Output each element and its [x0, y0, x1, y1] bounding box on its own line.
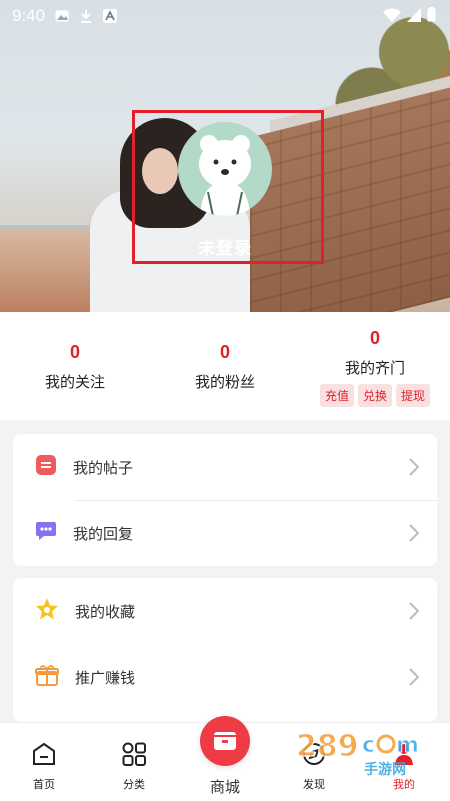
menu-item-my-posts[interactable]: 我的帖子 — [13, 434, 437, 500]
font-app-icon — [103, 9, 118, 23]
menu-card-posts: 我的帖子 我的回复 — [13, 434, 437, 566]
chevron-right-icon — [409, 524, 420, 546]
login-status-text[interactable]: 未登录 — [0, 234, 450, 259]
stat-followers-count: 0 — [219, 342, 230, 362]
menu-item-label: 我的回复 — [73, 524, 134, 543]
stat-qimen-label: 我的齐门 — [344, 359, 405, 377]
chevron-right-icon — [409, 602, 420, 624]
battery-icon — [427, 6, 436, 26]
status-bar: 9:40 — [0, 0, 450, 32]
stat-following-label: 我的关注 — [44, 373, 105, 391]
grid-icon — [122, 742, 146, 766]
stat-following[interactable]: 0 我的关注 — [0, 342, 150, 392]
reply-icon — [35, 520, 57, 546]
post-icon — [35, 454, 57, 480]
gift-icon — [35, 664, 59, 690]
stat-qimen[interactable]: 0 我的齐门 充值 兑换 提现 — [300, 328, 450, 407]
menu-item-my-favorites[interactable]: 我的收藏 — [13, 578, 437, 644]
menu-item-my-replies[interactable]: 我的回复 — [13, 500, 437, 566]
download-icon — [79, 9, 93, 23]
mall-center-button[interactable] — [200, 716, 250, 766]
stats-panel: 0 我的关注 0 我的粉丝 0 我的齐门 充值 兑换 提现 — [0, 312, 450, 420]
tab-home[interactable]: 首页 — [14, 741, 74, 792]
chevron-right-icon — [409, 668, 420, 690]
tab-label-mall[interactable]: 商城 — [195, 776, 255, 797]
status-time: 9:40 — [12, 6, 46, 25]
shop-icon — [214, 732, 236, 750]
image-icon — [55, 9, 69, 23]
tab-label: 分类 — [123, 778, 145, 791]
svg-text:m: m — [396, 733, 419, 758]
stat-followers[interactable]: 0 我的粉丝 — [150, 342, 300, 392]
svg-text:289: 289 — [296, 729, 359, 764]
star-icon — [35, 597, 59, 625]
recharge-button[interactable]: 充值 — [319, 384, 354, 407]
home-icon — [33, 742, 55, 765]
tab-label: 首页 — [33, 778, 55, 791]
exchange-button[interactable]: 兑换 — [357, 384, 392, 407]
stat-followers-label: 我的粉丝 — [194, 373, 255, 391]
menu-item-label: 推广赚钱 — [75, 668, 136, 687]
menu-item-label: 我的收藏 — [75, 602, 136, 621]
tab-category[interactable]: 分类 — [104, 741, 164, 792]
stat-following-count: 0 — [69, 342, 80, 362]
menu-card-favorites: 我的收藏 推广赚钱 — [13, 578, 437, 722]
svg-text:手游网: 手游网 — [364, 761, 406, 778]
signal-icon — [407, 7, 421, 26]
svg-text:c: c — [362, 733, 375, 758]
site-watermark: 289 c m 手游网 — [292, 722, 432, 782]
stat-qimen-count: 0 — [369, 328, 380, 348]
withdraw-button[interactable]: 提现 — [396, 384, 431, 407]
chevron-right-icon — [409, 458, 420, 480]
menu-item-label: 我的帖子 — [73, 458, 134, 477]
menu-item-promote-earn[interactable]: 推广赚钱 — [13, 644, 437, 710]
avatar[interactable] — [178, 122, 272, 216]
wifi-icon — [383, 7, 401, 26]
bear-avatar-icon — [199, 135, 251, 216]
watermark-logo-icon: 289 c m 手游网 — [295, 728, 419, 778]
